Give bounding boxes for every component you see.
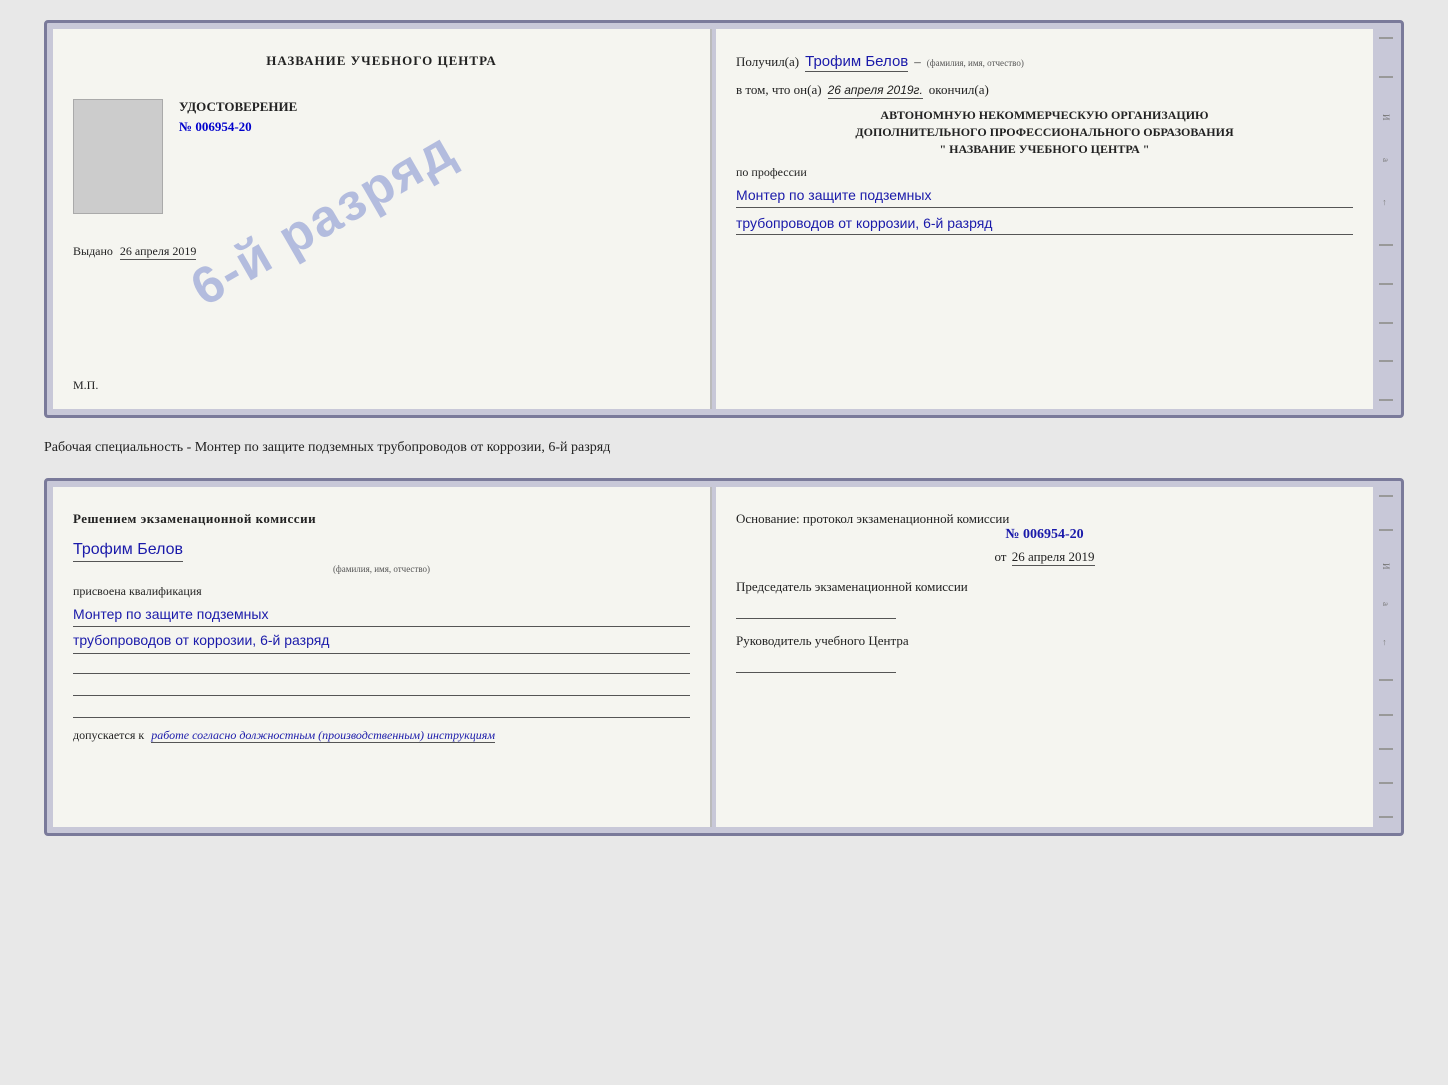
profession-label: по профессии xyxy=(736,165,1353,180)
cert-issued: Выдано 26 апреля 2019 xyxy=(73,244,690,259)
cert-photo xyxy=(73,99,163,214)
rukovoditel-block: Руководитель учебного Центра xyxy=(736,633,1353,673)
qual-line2: трубопроводов от коррозии, 6-й разряд xyxy=(73,629,690,654)
rukovoditel-title: Руководитель учебного Центра xyxy=(736,633,1353,649)
between-label: Рабочая специальность - Монтер по защите… xyxy=(44,434,1404,462)
blank-line-3 xyxy=(73,700,690,718)
cert-title: УДОСТОВЕРЕНИЕ xyxy=(179,99,690,115)
bot-side-line-6 xyxy=(1379,782,1393,784)
profession-line2: трубопроводов от коррозии, 6-й разряд xyxy=(736,212,1353,235)
допускается-prefix: допускается к xyxy=(73,728,144,742)
cert-number: № 006954-20 xyxy=(179,119,690,135)
date-value: 26 апреля 2019 xyxy=(1012,549,1095,566)
finished-label: окончил(а) xyxy=(929,82,989,98)
допускается-line: допускается к работе согласно должностны… xyxy=(73,728,690,743)
side-line-4 xyxy=(1379,283,1393,285)
decision-title: Решением экзаменационной комиссии xyxy=(73,511,690,527)
issued-date: 26 апреля 2019 xyxy=(120,244,196,260)
received-label: Получил(а) xyxy=(736,54,799,70)
bottom-side-decoration: И а ← xyxy=(1377,487,1395,827)
bottom-name-sub: (фамилия, имя, отчество) xyxy=(73,564,690,574)
institution-line2: ДОПОЛНИТЕЛЬНОГО ПРОФЕССИОНАЛЬНОГО ОБРАЗО… xyxy=(736,124,1353,141)
name-sublabel: (фамилия, имя, отчество) xyxy=(927,58,1024,68)
chairman-title: Председатель экзаменационной комиссии xyxy=(736,579,1353,595)
completion-line: в том, что он(а) 26 апреля 2019г. окончи… xyxy=(736,82,1353,99)
institution-line3: " НАЗВАНИЕ УЧЕБНОГО ЦЕНТРА " xyxy=(736,141,1353,158)
side-line-5 xyxy=(1379,322,1393,324)
date-prefix: от xyxy=(994,549,1006,564)
bottom-document: Решением экзаменационной комиссии Трофим… xyxy=(44,478,1404,836)
top-document: НАЗВАНИЕ УЧЕБНОГО ЦЕНТРА УДОСТОВЕРЕНИЕ №… xyxy=(44,20,1404,418)
side-line-2 xyxy=(1379,76,1393,78)
protocol-date: от 26 апреля 2019 xyxy=(736,549,1353,565)
qual-line1: Монтер по защите подземных xyxy=(73,603,690,628)
bot-side-line-4 xyxy=(1379,714,1393,716)
bot-side-char-arrow: ← xyxy=(1381,638,1391,647)
side-char-arrow: ← xyxy=(1381,198,1391,207)
bot-side-line-2 xyxy=(1379,529,1393,531)
blank-line-2 xyxy=(73,678,690,696)
side-char-a: а xyxy=(1381,158,1391,162)
rukovoditel-signature xyxy=(736,655,896,673)
in-that-label: в том, что он(а) xyxy=(736,82,822,98)
bottom-left-page: Решением экзаменационной комиссии Трофим… xyxy=(53,487,712,827)
completion-date: 26 апреля 2019г. xyxy=(828,83,923,99)
side-line-3 xyxy=(1379,244,1393,246)
cert-info: УДОСТОВЕРЕНИЕ № 006954-20 xyxy=(179,99,690,214)
side-char-i: И xyxy=(1381,114,1391,121)
bot-side-line-7 xyxy=(1379,816,1393,818)
top-right-page: Получил(а) Трофим Белов – (фамилия, имя,… xyxy=(716,29,1373,409)
top-left-page: НАЗВАНИЕ УЧЕБНОГО ЦЕНТРА УДОСТОВЕРЕНИЕ №… xyxy=(53,29,712,409)
bot-side-line-3 xyxy=(1379,679,1393,681)
bottom-person-name: Трофим Белов xyxy=(73,541,183,562)
bottom-right-page: Основание: протокол экзаменационной коми… xyxy=(716,487,1373,827)
bot-side-line-5 xyxy=(1379,748,1393,750)
chairman-block: Председатель экзаменационной комиссии xyxy=(736,579,1353,619)
side-line-7 xyxy=(1379,399,1393,401)
bot-side-char-i: И xyxy=(1381,563,1391,570)
side-decoration: И а ← xyxy=(1377,29,1395,409)
cert-middle: УДОСТОВЕРЕНИЕ № 006954-20 xyxy=(73,99,690,214)
institution-block: АВТОНОМНУЮ НЕКОММЕРЧЕСКУЮ ОРГАНИЗАЦИЮ ДО… xyxy=(736,107,1353,157)
top-left-header: НАЗВАНИЕ УЧЕБНОГО ЦЕНТРА xyxy=(73,53,690,69)
mp-line: М.П. xyxy=(73,378,98,393)
blank-line-1 xyxy=(73,656,690,674)
bot-side-char-a: а xyxy=(1381,602,1391,606)
institution-line1: АВТОНОМНУЮ НЕКОММЕРЧЕСКУЮ ОРГАНИЗАЦИЮ xyxy=(736,107,1353,124)
osnowanie-title: Основание: протокол экзаменационной коми… xyxy=(736,511,1353,527)
issued-label: Выдано xyxy=(73,244,113,258)
recipient-name: Трофим Белов xyxy=(805,53,908,72)
chairman-signature xyxy=(736,601,896,619)
допускается-value: работе согласно должностным (производств… xyxy=(151,728,495,743)
received-line: Получил(а) Трофим Белов – (фамилия, имя,… xyxy=(736,53,1353,72)
right-top-content: Получил(а) Трофим Белов – (фамилия, имя,… xyxy=(736,53,1353,235)
protocol-number: № 006954-20 xyxy=(736,527,1353,543)
side-line-1 xyxy=(1379,37,1393,39)
qualification-label: присвоена квалификация xyxy=(73,584,690,599)
bot-side-line-1 xyxy=(1379,495,1393,497)
profession-line1: Монтер по защите подземных xyxy=(736,184,1353,207)
side-line-6 xyxy=(1379,360,1393,362)
